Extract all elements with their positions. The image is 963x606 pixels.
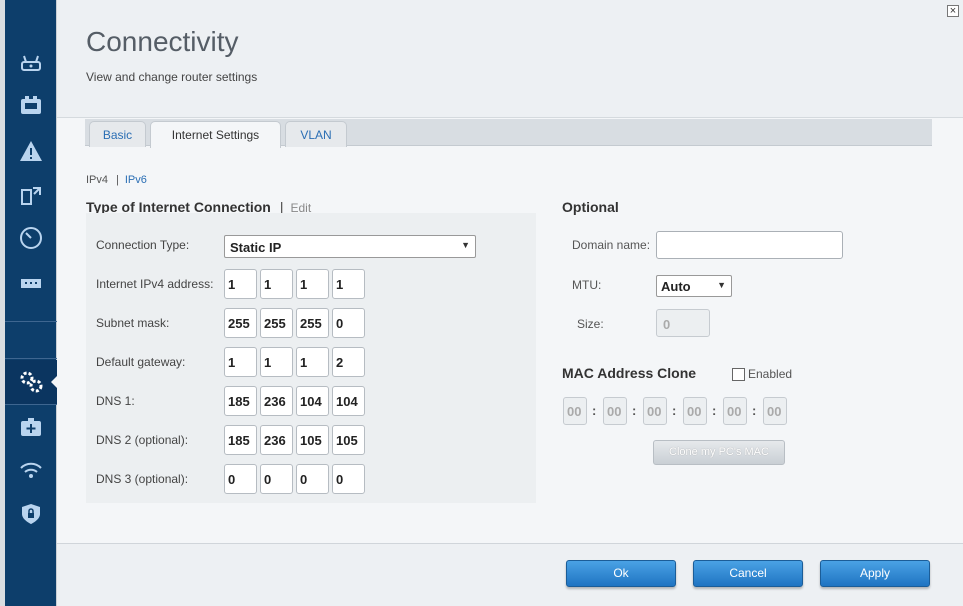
clone-mac-button[interactable]: Clone my PC's MAC [653,440,785,465]
tab-internet-settings[interactable]: Internet Settings [150,121,281,148]
page-title: Connectivity [86,26,239,57]
ip-octet-input[interactable]: 1 [224,347,257,377]
ip-octet-input[interactable]: 1 [260,347,293,377]
usb-storage-icon [21,279,41,288]
ip-octet-input[interactable]: 105 [296,425,329,455]
optional-heading: Optional [562,199,619,215]
ip-octet-input[interactable]: 0 [332,464,365,494]
ip-octet-input[interactable]: 2 [332,347,365,377]
ip-octet-input[interactable]: 1 [332,269,365,299]
security-shield-icon [22,504,40,524]
ip-octet-input[interactable]: 104 [332,386,365,416]
sidebar-item-connectivity[interactable] [5,360,58,404]
mac-octet-input[interactable]: 00 [563,397,587,425]
sidebar-item-network-map[interactable] [5,84,57,128]
mac-colon-separator: : [592,403,597,418]
sidebar-divider [5,358,57,359]
mac-octet-input[interactable]: 00 [683,397,707,425]
mac-colon-separator: : [752,403,757,418]
mtu-select[interactable]: Auto ▼ [656,275,732,297]
sidebar-divider [5,321,57,322]
sidebar-item-security[interactable] [5,492,57,536]
ip-field-label: DNS 3 (optional): [96,472,189,486]
ip-octet-input[interactable]: 236 [260,425,293,455]
ip-octet-input[interactable]: 1 [296,347,329,377]
ip-field-label: Default gateway: [96,355,186,369]
ip-version-links: IPv4 | IPv6 [86,174,147,186]
page-header: Connectivity View and change router sett… [57,0,963,118]
sidebar-item-troubleshooting[interactable] [5,129,57,173]
page-subtitle: View and change router settings [86,70,258,84]
tab-basic[interactable]: Basic [89,121,146,147]
connectivity-gear-icon [20,371,43,393]
cancel-button[interactable]: Cancel [693,560,803,587]
ip-field-label: Internet IPv4 address: [96,277,214,291]
mac-colon-separator: : [632,403,637,418]
sidebar-item-router[interactable] [5,42,57,86]
ip-octet-input[interactable]: 1 [224,269,257,299]
sidebar-item-wireless[interactable] [5,448,57,492]
ip-octet-input[interactable]: 236 [260,386,293,416]
troubleshooting-kit-icon [21,418,41,436]
ip-octet-input[interactable]: 185 [224,425,257,455]
mac-clone-heading: MAC Address Clone [562,365,697,381]
mac-clone-enabled-checkbox[interactable] [732,368,745,381]
mac-octet-input[interactable]: 00 [603,397,627,425]
mtu-value: Auto [661,279,691,294]
troubleshooting-icon [20,141,42,161]
ip-octet-input[interactable]: 104 [296,386,329,416]
ok-button[interactable]: Ok [566,560,676,587]
ip-octet-input[interactable]: 105 [332,425,365,455]
ip-octet-input[interactable]: 255 [260,308,293,338]
mac-colon-separator: : [712,403,717,418]
mtu-label: MTU: [572,278,602,292]
network-map-icon [21,96,41,114]
ip-field-label: DNS 2 (optional): [96,433,189,447]
ip-octet-input[interactable]: 0 [332,308,365,338]
sidebar-item-speed-test[interactable] [5,216,57,260]
media-prioritization-icon [21,187,41,205]
dropdown-arrow-icon: ▼ [461,240,470,250]
connection-type-select[interactable]: Static IP ▼ [224,235,476,258]
ip-field-label: DNS 1: [96,394,135,408]
ip-octet-input[interactable]: 185 [224,386,257,416]
ip-octet-input[interactable]: 255 [224,308,257,338]
connection-type-value: Static IP [230,240,282,255]
dropdown-arrow-icon: ▼ [717,280,726,290]
ip-octet-input[interactable]: 1 [296,269,329,299]
ip-octet-input[interactable]: 1 [260,269,293,299]
mac-octet-input[interactable]: 00 [763,397,787,425]
footer-bar: Ok Cancel Apply [57,543,963,606]
speed-test-icon [20,227,42,249]
sidebar-item-toolkit[interactable] [5,405,57,449]
tab-vlan[interactable]: VLAN [285,121,347,147]
sidebar-item-usb[interactable] [5,261,57,305]
ip-octet-input[interactable]: 255 [296,308,329,338]
apply-button[interactable]: Apply [820,560,930,587]
ip-octet-input[interactable]: 0 [296,464,329,494]
sidebar-item-media[interactable] [5,173,57,217]
router-icon [21,55,41,71]
connection-type-label: Connection Type: [96,238,190,252]
close-button[interactable]: × [947,5,959,17]
ipv4-link[interactable]: IPv4 [86,174,108,186]
tab-bar: Basic Internet Settings VLAN [85,119,932,148]
domain-name-input[interactable] [656,231,843,259]
ip-field-label: Subnet mask: [96,316,170,330]
mac-octet-input[interactable]: 00 [643,397,667,425]
ip-octet-input[interactable]: 0 [224,464,257,494]
ipv6-link[interactable]: IPv6 [125,174,147,186]
size-label: Size: [577,317,604,331]
link-separator: | [116,174,119,186]
mac-octet-input[interactable]: 00 [723,397,747,425]
sidebar-nav [0,0,58,606]
main-panel: Connectivity View and change router sett… [57,0,963,606]
mtu-size-input[interactable]: 0 [656,309,710,337]
mac-clone-enabled-label: Enabled [748,367,793,381]
ip-octet-input[interactable]: 0 [260,464,293,494]
mac-colon-separator: : [672,403,677,418]
domain-name-label: Domain name: [572,238,651,252]
wireless-icon [20,462,42,478]
